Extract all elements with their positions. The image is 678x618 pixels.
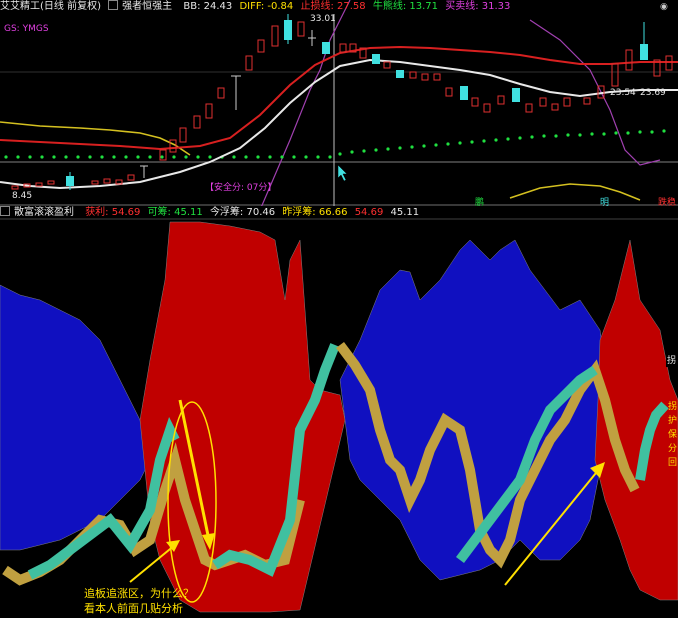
buy-sell-value: 买卖线: 31.33 bbox=[445, 1, 511, 12]
bottom-indicator-name[interactable]: 散富滚滚盈利 bbox=[0, 206, 78, 218]
right-text: 分 bbox=[668, 444, 678, 454]
right-text: 回 bbox=[668, 458, 678, 468]
bb-value: BB: 24.43 bbox=[183, 1, 233, 12]
crosshair-val-a: 54.69 bbox=[354, 207, 384, 218]
price-mid-label: 23.54 bbox=[610, 88, 636, 98]
annotation-line1: 追板追涨区，为什么？ bbox=[84, 587, 194, 600]
panel-collapse-icon[interactable]: ◉ bbox=[660, 2, 668, 12]
right-text: 拐 bbox=[668, 402, 678, 412]
today-float-value: 今浮筹: 70.46 bbox=[209, 207, 276, 218]
chart-canvas bbox=[0, 0, 678, 618]
bull-bear-value: 牛熊线: 13.71 bbox=[372, 1, 439, 12]
right-text: 保 bbox=[668, 430, 678, 440]
price-high-label: 33.01 bbox=[310, 14, 336, 24]
price-low-label: 8.45 bbox=[12, 191, 33, 201]
annotation-line2: 看本人前面几贴分析 bbox=[84, 602, 183, 615]
stop-value: 止损线: 27.58 bbox=[300, 1, 366, 12]
annotation-text: 追板追涨区，为什么？ 看本人前面几贴分析 bbox=[84, 586, 194, 616]
right-edge-texts: 拐 护 保 分 回 bbox=[668, 400, 678, 470]
stock-title: 艾艾精工(日线 前复权) bbox=[0, 1, 101, 12]
bottom-panel-header: 散富滚滚盈利 获利: 54.69 可筹: 45.11 今浮筹: 70.46 昨浮… bbox=[0, 206, 678, 220]
settings-icon[interactable] bbox=[108, 0, 119, 10]
right-edge-marker: 拐 bbox=[666, 352, 678, 367]
right-text: 护 bbox=[668, 416, 678, 426]
top-panel-header: 艾艾精工(日线 前复权) 强者恒强主 BB: 24.43 DIFF: -0.84… bbox=[0, 0, 678, 14]
bottom-indicator-panel bbox=[0, 206, 678, 618]
safety-score-label: 【安全分: 07分】 bbox=[205, 183, 277, 193]
yesterday-float-value: 昨浮筹: 66.66 bbox=[282, 207, 348, 218]
profit-value: 获利: 54.69 bbox=[85, 207, 141, 218]
diff-value: DIFF: -0.84 bbox=[239, 1, 294, 12]
indicator-name[interactable]: 强者恒强主 bbox=[108, 0, 176, 12]
legend-gs: GS: YMGS bbox=[4, 24, 49, 34]
chip-value: 可筹: 45.11 bbox=[147, 207, 203, 218]
price-mid-label-2: 23.69 bbox=[640, 88, 666, 98]
settings-icon[interactable] bbox=[0, 206, 10, 216]
crosshair-val-b: 45.11 bbox=[390, 207, 420, 218]
